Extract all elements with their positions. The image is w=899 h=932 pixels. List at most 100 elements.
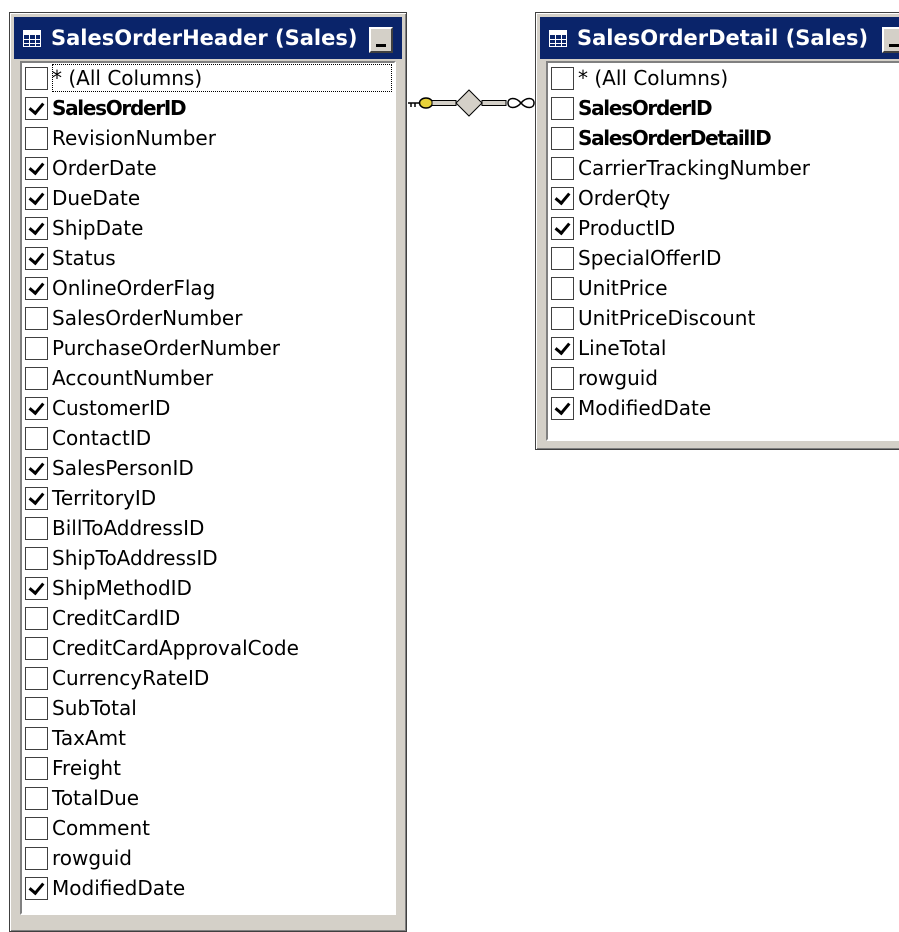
column-checkbox[interactable] [25,696,48,720]
column-checkbox[interactable] [25,306,48,330]
relationship-connector[interactable] [408,88,535,118]
column-checkbox[interactable] [551,96,574,120]
column-checkbox[interactable] [25,666,48,690]
column-label: ModifiedDate [52,876,186,900]
column-checkbox[interactable] [25,576,48,600]
column-checkbox[interactable] [25,216,48,240]
column-row[interactable]: OrderDate [22,153,394,183]
column-checkbox[interactable] [551,216,574,240]
minimize-button[interactable] [369,27,393,53]
column-row[interactable]: LineTotal [548,333,899,363]
column-row[interactable]: rowguid [22,843,394,873]
column-checkbox[interactable] [25,546,48,570]
column-checkbox[interactable] [25,396,48,420]
column-row[interactable]: RevisionNumber [22,123,394,153]
column-checkbox[interactable] [25,246,48,270]
column-checkbox[interactable] [25,756,48,780]
table-window-salesorderheader[interactable]: SalesOrderHeader (Sales) * (All Columns)… [9,12,407,932]
column-row[interactable]: SpecialOfferID [548,243,899,273]
column-checkbox[interactable] [25,366,48,390]
column-checkbox[interactable] [25,876,48,900]
column-checkbox[interactable] [25,516,48,540]
column-checkbox[interactable] [551,366,574,390]
column-label: SalesOrderID [52,96,187,120]
column-row[interactable]: ModifiedDate [22,873,394,903]
minimize-button[interactable] [882,27,899,53]
column-row[interactable]: CarrierTrackingNumber [548,153,899,183]
column-row[interactable]: Status [22,243,394,273]
column-checkbox[interactable] [551,246,574,270]
column-checkbox[interactable] [25,126,48,150]
column-label: rowguid [578,366,658,390]
infinity-icon [507,97,535,109]
column-checkbox[interactable] [25,786,48,810]
column-checkbox[interactable] [25,426,48,450]
column-row[interactable]: SalesOrderNumber [22,303,394,333]
table-title-bar[interactable]: SalesOrderDetail (Sales) [540,17,899,59]
column-row[interactable]: TerritoryID [22,483,394,513]
column-checkbox[interactable] [25,636,48,660]
column-row[interactable]: TotalDue [22,783,394,813]
column-row[interactable]: SubTotal [22,693,394,723]
column-checkbox[interactable] [25,486,48,510]
column-checkbox[interactable] [551,156,574,180]
column-row[interactable]: SalesPersonID [22,453,394,483]
column-checkbox[interactable] [551,186,574,210]
column-list[interactable]: * (All Columns) SalesOrderID SalesOrderDet… [546,61,899,441]
table-title-bar[interactable]: SalesOrderHeader (Sales) [14,17,402,59]
column-checkbox[interactable] [551,306,574,330]
column-row[interactable]: ShipToAddressID [22,543,394,573]
column-row[interactable]: ContactID [22,423,394,453]
column-row[interactable]: BillToAddressID [22,513,394,543]
column-checkbox[interactable] [25,96,48,120]
column-row[interactable]: DueDate [22,183,394,213]
column-row[interactable]: * (All Columns) [22,63,394,93]
column-row[interactable]: Freight [22,753,394,783]
column-row[interactable]: TaxAmt [22,723,394,753]
key-icon [408,97,434,109]
column-checkbox[interactable] [25,336,48,360]
column-row[interactable]: * (All Columns) [548,63,899,93]
column-label: PurchaseOrderNumber [52,336,280,360]
column-row[interactable]: OrderQty [548,183,899,213]
column-checkbox[interactable] [25,816,48,840]
column-row[interactable]: CreditCardApprovalCode [22,633,394,663]
column-label: CreditCardApprovalCode [52,636,299,660]
column-row[interactable]: ShipDate [22,213,394,243]
column-label: SalesOrderDetailID [578,126,772,150]
column-checkbox[interactable] [551,276,574,300]
column-checkbox[interactable] [25,156,48,180]
column-checkbox[interactable] [25,66,48,90]
column-checkbox[interactable] [25,186,48,210]
column-checkbox[interactable] [25,606,48,630]
column-row[interactable]: OnlineOrderFlag [22,273,394,303]
column-row[interactable]: CustomerID [22,393,394,423]
table-grid-icon [23,29,41,47]
column-checkbox[interactable] [551,66,574,90]
column-checkbox[interactable] [25,726,48,750]
column-row[interactable]: PurchaseOrderNumber [22,333,394,363]
column-row[interactable]: UnitPrice [548,273,899,303]
column-row[interactable]: AccountNumber [22,363,394,393]
column-row[interactable]: ModifiedDate [548,393,899,423]
column-row[interactable]: ProductID [548,213,899,243]
column-row[interactable]: ShipMethodID [22,573,394,603]
column-checkbox[interactable] [25,456,48,480]
column-checkbox[interactable] [551,336,574,360]
column-checkbox[interactable] [25,846,48,870]
column-row[interactable]: SalesOrderDetailID [548,123,899,153]
column-checkbox[interactable] [25,276,48,300]
column-row[interactable]: Comment [22,813,394,843]
column-row[interactable]: CreditCardID [22,603,394,633]
column-row[interactable]: CurrencyRateID [22,663,394,693]
column-label: TerritoryID [52,486,157,510]
column-row[interactable]: SalesOrderID [548,93,899,123]
column-label: LineTotal [578,336,667,360]
column-checkbox[interactable] [551,126,574,150]
column-checkbox[interactable] [551,396,574,420]
column-row[interactable]: SalesOrderID [22,93,394,123]
column-row[interactable]: rowguid [548,363,899,393]
table-window-salesorderdetail[interactable]: SalesOrderDetail (Sales) * (All Columns)… [535,12,899,450]
column-row[interactable]: UnitPriceDiscount [548,303,899,333]
column-list[interactable]: * (All Columns) SalesOrderID RevisionNumbe… [20,61,396,915]
